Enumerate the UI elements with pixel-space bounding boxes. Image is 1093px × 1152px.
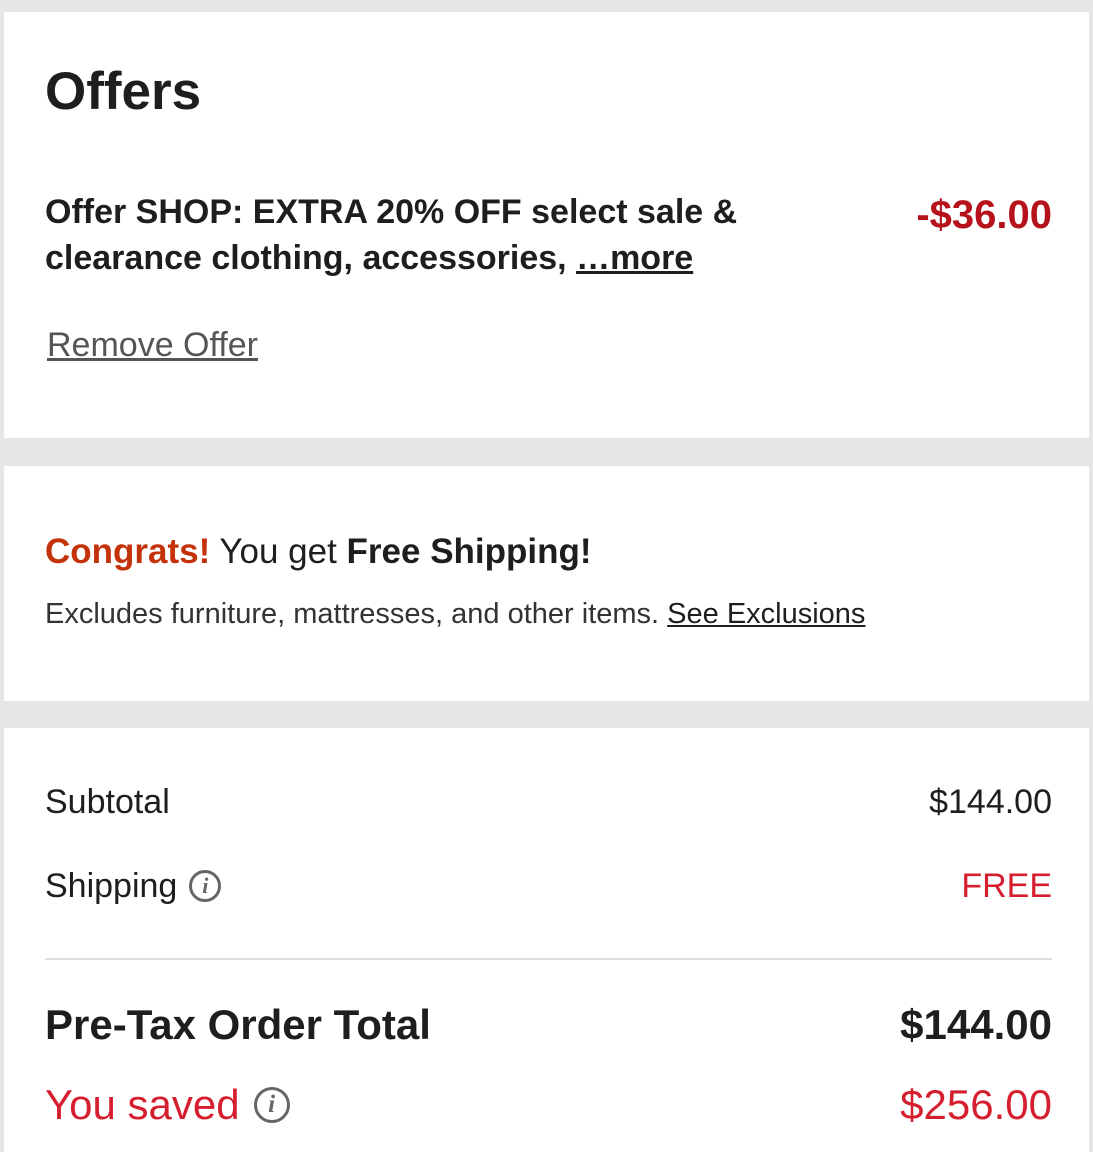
order-total-label: Pre-Tax Order Total [45, 1001, 431, 1048]
order-summary-panel: Subtotal $144.00 Shipping i FREE Pre-Tax… [4, 728, 1089, 1152]
offer-description: Offer SHOP: EXTRA 20% OFF select sale & … [45, 189, 825, 281]
congrats-text: Congrats! [45, 532, 211, 571]
summary-divider [45, 958, 1052, 960]
shipping-value: FREE [961, 867, 1052, 905]
exclusions-note: Excludes furniture, mattresses, and othe… [45, 596, 865, 632]
saved-info-icon[interactable]: i [253, 1087, 290, 1123]
shipping-info-icon[interactable]: i [189, 870, 222, 902]
offer-more-link[interactable]: …more [576, 239, 693, 277]
free-shipping-panel: Congrats! You get Free Shipping! Exclude… [4, 466, 1089, 701]
you-get-text: You get [210, 532, 347, 571]
subtotal-label: Subtotal [45, 783, 170, 821]
remove-offer-link[interactable]: Remove Offer [47, 325, 258, 365]
offer-discount-amount: -$36.00 [916, 193, 1052, 237]
see-exclusions-link[interactable]: See Exclusions [667, 598, 865, 630]
shipping-row-label: Shipping i [45, 866, 222, 906]
order-total-value: $144.00 [900, 1001, 1052, 1048]
excludes-text: Excludes furniture, mattresses, and othe… [45, 598, 668, 630]
free-shipping-message: Congrats! You get Free Shipping! [45, 530, 592, 574]
offers-panel: Offers Offer SHOP: EXTRA 20% OFF select … [4, 12, 1089, 438]
offers-title: Offers [45, 62, 202, 121]
shipping-label: Shipping [45, 867, 178, 905]
subtotal-value: $144.00 [929, 783, 1052, 821]
you-saved-value: $256.00 [900, 1081, 1052, 1128]
you-saved-row-label: You saved i [45, 1080, 290, 1130]
free-shipping-text: Free Shipping! [346, 532, 592, 571]
you-saved-label: You saved [45, 1081, 240, 1128]
